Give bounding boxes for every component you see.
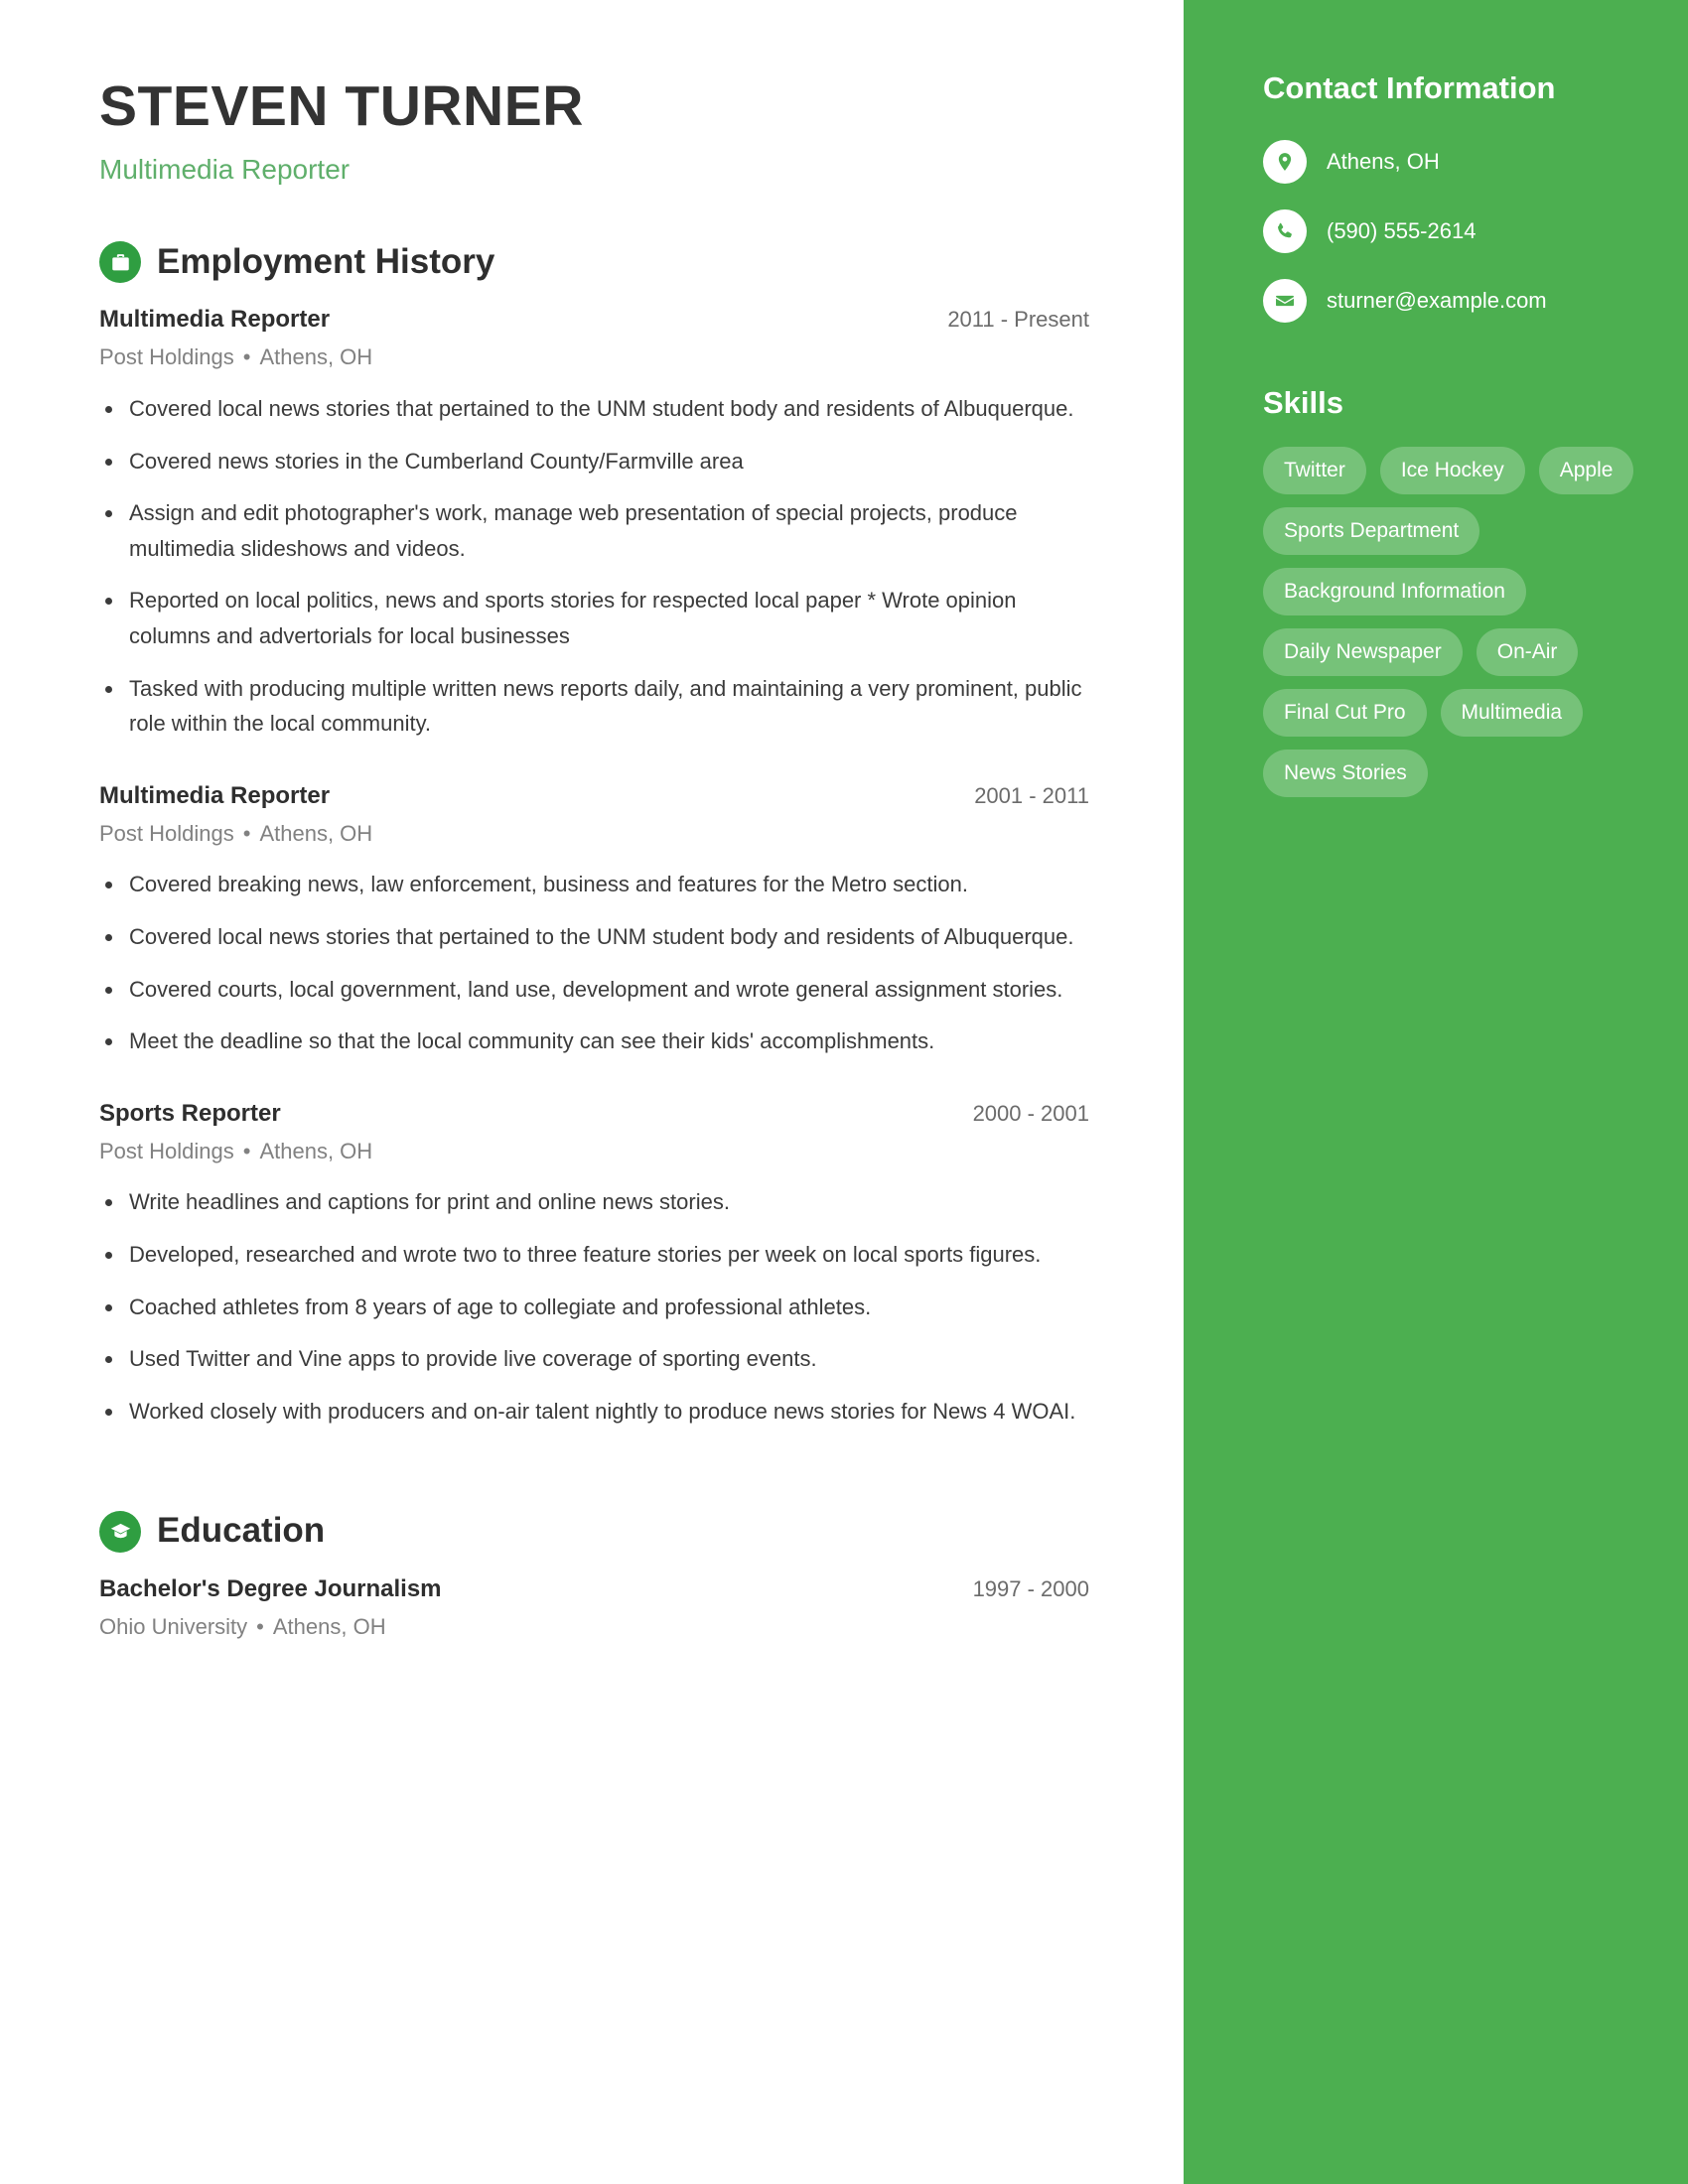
- employment-history-header: Employment History: [99, 241, 1089, 284]
- entry-location: Athens, OH: [259, 820, 373, 846]
- skill-pill: Daily Newspaper: [1263, 628, 1463, 677]
- entry-date-range: 2011 - Present: [947, 307, 1089, 333]
- bullet-item: Covered news stories in the Cumberland C…: [99, 444, 1089, 479]
- contact-information-heading: Contact Information: [1263, 70, 1556, 105]
- employment-history-title: Employment History: [157, 242, 495, 282]
- bullet-item: Developed, researched and wrote two to t…: [99, 1237, 1089, 1273]
- skills-list: Twitter Ice Hockey Apple Sports Departme…: [1263, 447, 1658, 798]
- contact-phone-value: (590) 555-2614: [1327, 218, 1477, 244]
- skill-pill: Ice Hockey: [1379, 447, 1525, 495]
- employment-entries: Multimedia Reporter 2011 - Present Post …: [99, 305, 1089, 1429]
- sidebar: Contact Information Athens, OH (590) 555…: [1184, 0, 1688, 2184]
- graduation-cap-icon: [99, 1510, 141, 1553]
- bullet-item: Used Twitter and Vine apps to provide li…: [99, 1341, 1089, 1377]
- employment-entry: Multimedia Reporter 2001 - 2011 Post Hol…: [99, 781, 1089, 1059]
- skill-pill: Multimedia: [1440, 689, 1584, 738]
- education-entry: Bachelor's Degree Journalism 1997 - 2000…: [99, 1574, 1089, 1641]
- entry-location: Athens, OH: [272, 1613, 386, 1639]
- bullet-item: Covered breaking news, law enforcement, …: [99, 867, 1089, 902]
- phone-icon: [1263, 209, 1307, 254]
- entry-date-range: 1997 - 2000: [972, 1575, 1089, 1601]
- candidate-job-title: Multimedia Reporter: [99, 153, 351, 185]
- entry-school-location: Ohio University • Athens, OH: [99, 1613, 1089, 1641]
- briefcase-icon: [99, 241, 141, 284]
- entry-header-row: Multimedia Reporter 2011 - Present: [99, 305, 1089, 335]
- main-content-column: STEVEN TURNER Multimedia Reporter Employ…: [0, 0, 1184, 2184]
- entry-separator: •: [242, 1138, 251, 1163]
- education-header: Education: [99, 1510, 1089, 1553]
- envelope-icon: [1263, 279, 1307, 324]
- entry-header-row: Bachelor's Degree Journalism 1997 - 2000: [99, 1574, 1089, 1604]
- entry-school: Ohio University: [99, 1613, 248, 1639]
- skills-heading: Skills: [1263, 385, 1343, 421]
- contact-location-value: Athens, OH: [1327, 149, 1440, 175]
- entry-job-title: Sports Reporter: [99, 1099, 281, 1127]
- bullet-item: Assign and edit photographer's work, man…: [99, 495, 1089, 566]
- contact-list: Athens, OH (590) 555-2614 sturner@exampl…: [1263, 140, 1658, 324]
- bullet-item: Covered local news stories that pertaine…: [99, 391, 1089, 427]
- skill-pill: Apple: [1538, 447, 1634, 495]
- bullet-item: Worked closely with producers and on-air…: [99, 1394, 1089, 1430]
- entry-company: Post Holdings: [99, 1138, 234, 1163]
- skill-pill: News Stories: [1263, 750, 1428, 798]
- entry-bullet-list: Covered local news stories that pertaine…: [99, 391, 1089, 742]
- entry-location: Athens, OH: [259, 344, 373, 370]
- skill-pill: Final Cut Pro: [1263, 689, 1427, 738]
- entry-job-title: Multimedia Reporter: [99, 781, 331, 809]
- entry-separator: •: [242, 344, 251, 370]
- bullet-item: Meet the deadline so that the local comm…: [99, 1024, 1089, 1059]
- entry-company-location: Post Holdings • Athens, OH: [99, 1138, 1089, 1165]
- bullet-item: Covered courts, local government, land u…: [99, 972, 1089, 1008]
- entry-date-range: 2000 - 2001: [972, 1100, 1089, 1126]
- bullet-item: Coached athletes from 8 years of age to …: [99, 1290, 1089, 1325]
- entry-header-row: Sports Reporter 2000 - 2001: [99, 1099, 1089, 1129]
- entry-company-location: Post Holdings • Athens, OH: [99, 343, 1089, 371]
- contact-item-location: Athens, OH: [1263, 140, 1658, 185]
- skill-pill: On-Air: [1476, 628, 1579, 677]
- skill-pill: Background Information: [1263, 568, 1526, 616]
- entry-bullet-list: Write headlines and captions for print a…: [99, 1184, 1089, 1429]
- entry-header-row: Multimedia Reporter 2001 - 2011: [99, 781, 1089, 811]
- contact-item-phone: (590) 555-2614: [1263, 209, 1658, 254]
- entry-bullet-list: Covered breaking news, law enforcement, …: [99, 867, 1089, 1059]
- entry-company: Post Holdings: [99, 820, 234, 846]
- entry-degree-title: Bachelor's Degree Journalism: [99, 1574, 442, 1602]
- entry-date-range: 2001 - 2011: [974, 782, 1089, 808]
- bullet-item: Covered local news stories that pertaine…: [99, 919, 1089, 955]
- contact-email-value: sturner@example.com: [1327, 288, 1547, 314]
- bullet-item: Write headlines and captions for print a…: [99, 1184, 1089, 1220]
- contact-item-email: sturner@example.com: [1263, 279, 1658, 324]
- entry-separator: •: [256, 1613, 264, 1639]
- skill-pill: Sports Department: [1263, 507, 1480, 556]
- entry-separator: •: [242, 820, 251, 846]
- resume-page: STEVEN TURNER Multimedia Reporter Employ…: [0, 0, 1688, 2184]
- map-pin-icon: [1263, 140, 1307, 185]
- entry-company: Post Holdings: [99, 344, 234, 370]
- entry-company-location: Post Holdings • Athens, OH: [99, 820, 1089, 848]
- candidate-name: STEVEN TURNER: [99, 74, 584, 138]
- education-entries: Bachelor's Degree Journalism 1997 - 2000…: [99, 1574, 1089, 1641]
- entry-location: Athens, OH: [259, 1138, 373, 1163]
- employment-entry: Multimedia Reporter 2011 - Present Post …: [99, 305, 1089, 742]
- education-title: Education: [157, 1511, 326, 1551]
- skill-pill: Twitter: [1263, 447, 1366, 495]
- bullet-item: Reported on local politics, news and spo…: [99, 583, 1089, 653]
- entry-job-title: Multimedia Reporter: [99, 306, 331, 334]
- bullet-item: Tasked with producing multiple written n…: [99, 671, 1089, 742]
- employment-entry: Sports Reporter 2000 - 2001 Post Holding…: [99, 1099, 1089, 1430]
